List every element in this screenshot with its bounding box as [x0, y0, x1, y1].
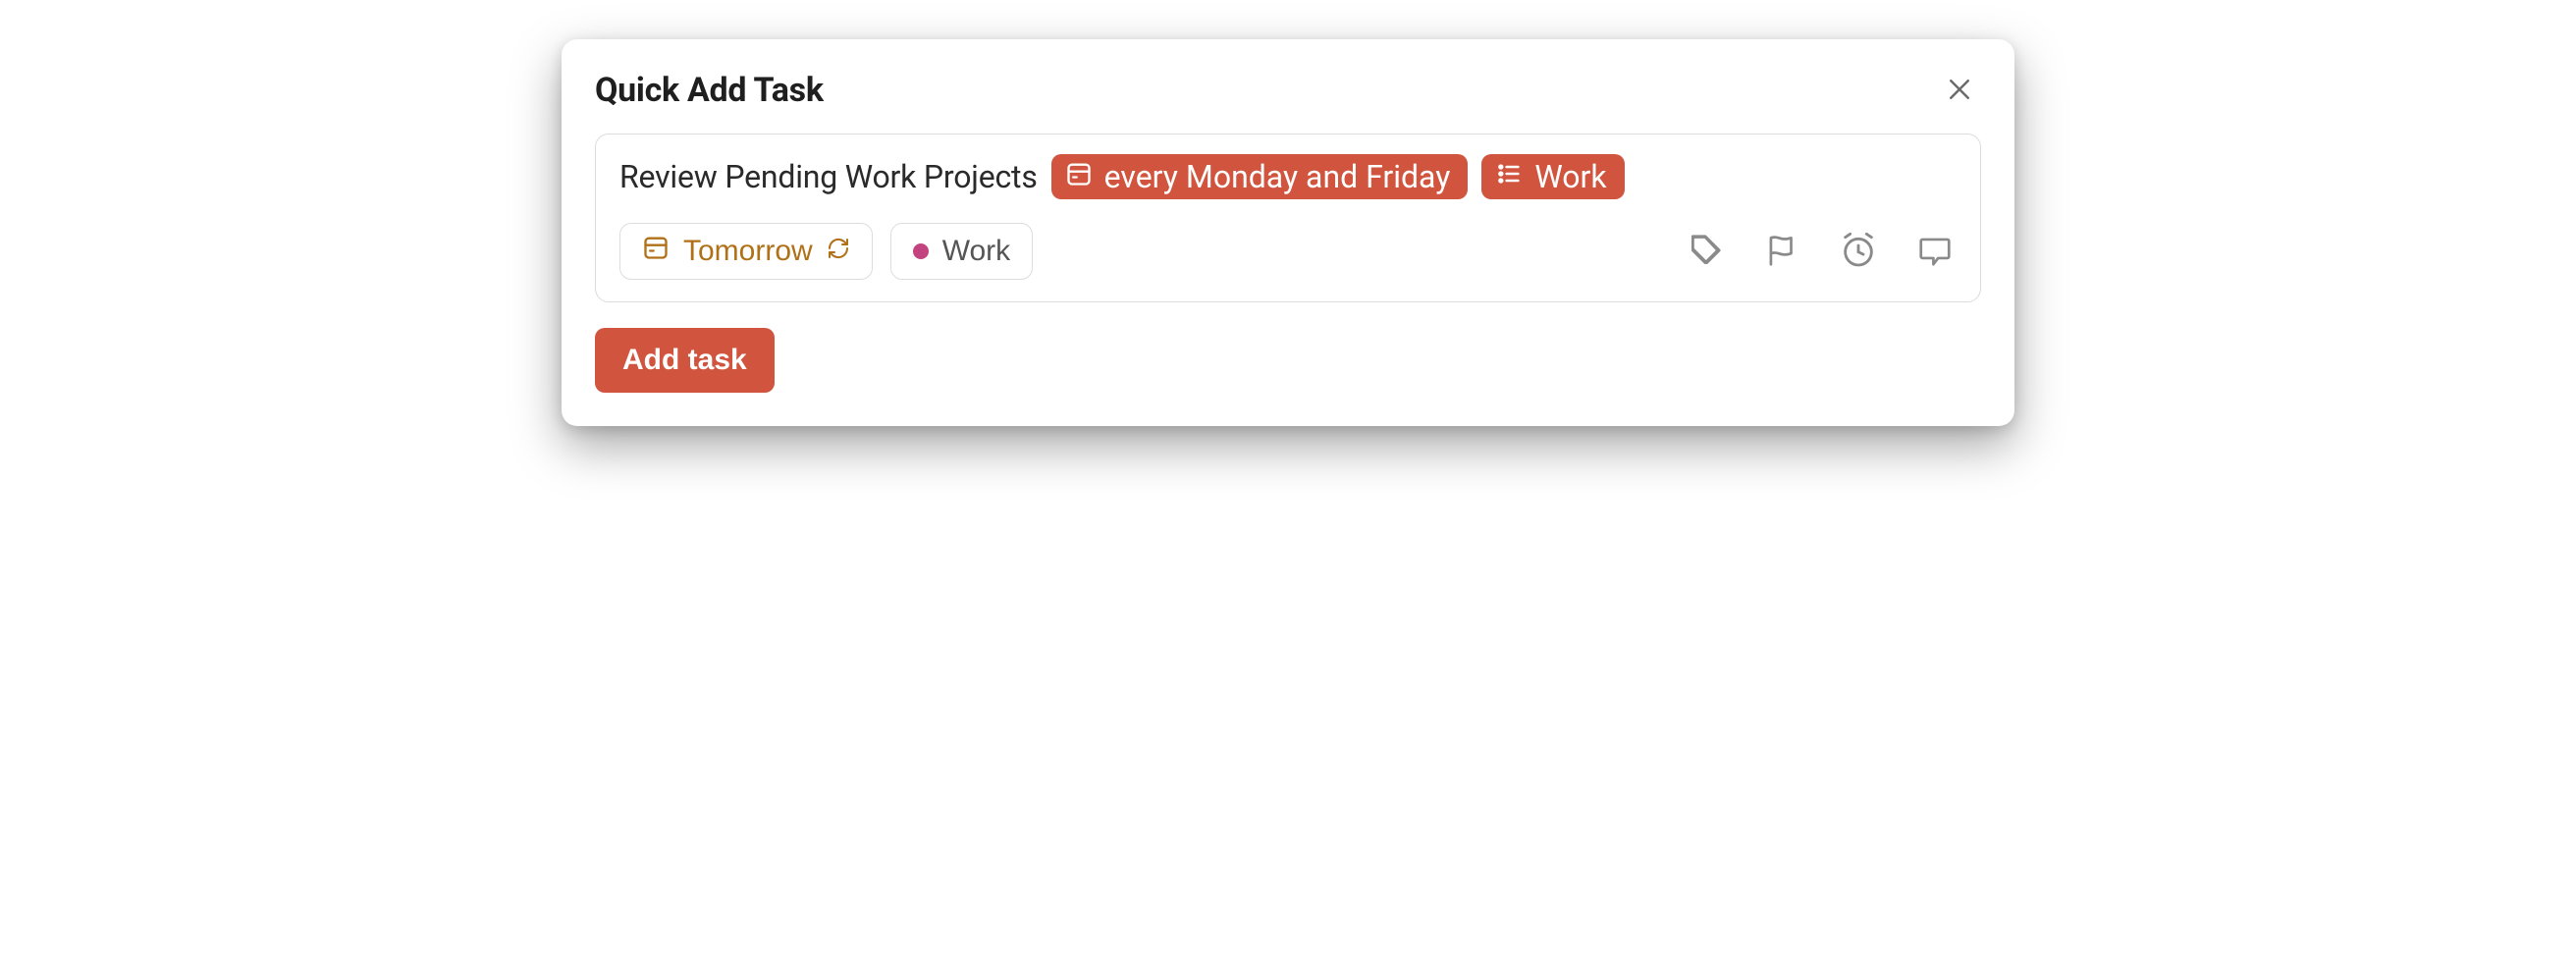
task-input-row: Review Pending Work Projects every Monda…: [619, 154, 1957, 199]
project-chip[interactable]: Work: [890, 223, 1033, 280]
controls-row: Tomorrow Work: [619, 223, 1957, 280]
alarm-clock-icon: [1839, 231, 1878, 273]
calendar-icon: [642, 234, 670, 269]
controls-left: Tomorrow Work: [619, 223, 1033, 280]
close-icon: [1945, 75, 1974, 107]
priority-button[interactable]: [1760, 230, 1803, 273]
controls-right: [1684, 230, 1957, 273]
tag-icon: [1687, 232, 1724, 272]
dialog-header: Quick Add Task: [595, 69, 1981, 112]
project-color-dot: [913, 243, 929, 259]
comment-button[interactable]: [1913, 230, 1957, 273]
calendar-icon: [1065, 158, 1093, 195]
reminder-button[interactable]: [1837, 230, 1880, 273]
close-button[interactable]: [1938, 69, 1981, 112]
due-date-chip[interactable]: Tomorrow: [619, 223, 873, 280]
quick-add-task-dialog: Quick Add Task Review Pending Work Proje…: [562, 39, 2014, 426]
schedule-pill[interactable]: every Monday and Friday: [1051, 154, 1469, 199]
flag-icon: [1763, 232, 1800, 272]
add-task-button[interactable]: Add task: [595, 328, 775, 393]
project-chip-label: Work: [942, 235, 1010, 268]
recurring-icon: [827, 235, 850, 268]
list-icon: [1495, 158, 1523, 195]
schedule-pill-label: every Monday and Friday: [1104, 158, 1451, 195]
project-pill[interactable]: Work: [1481, 154, 1624, 199]
due-date-label: Tomorrow: [683, 235, 813, 268]
label-button[interactable]: [1684, 230, 1727, 273]
dialog-title: Quick Add Task: [595, 71, 824, 110]
comment-icon: [1916, 232, 1954, 272]
task-name-text[interactable]: Review Pending Work Projects: [619, 158, 1038, 195]
project-pill-label: Work: [1534, 158, 1606, 195]
task-input-box[interactable]: Review Pending Work Projects every Monda…: [595, 134, 1981, 302]
